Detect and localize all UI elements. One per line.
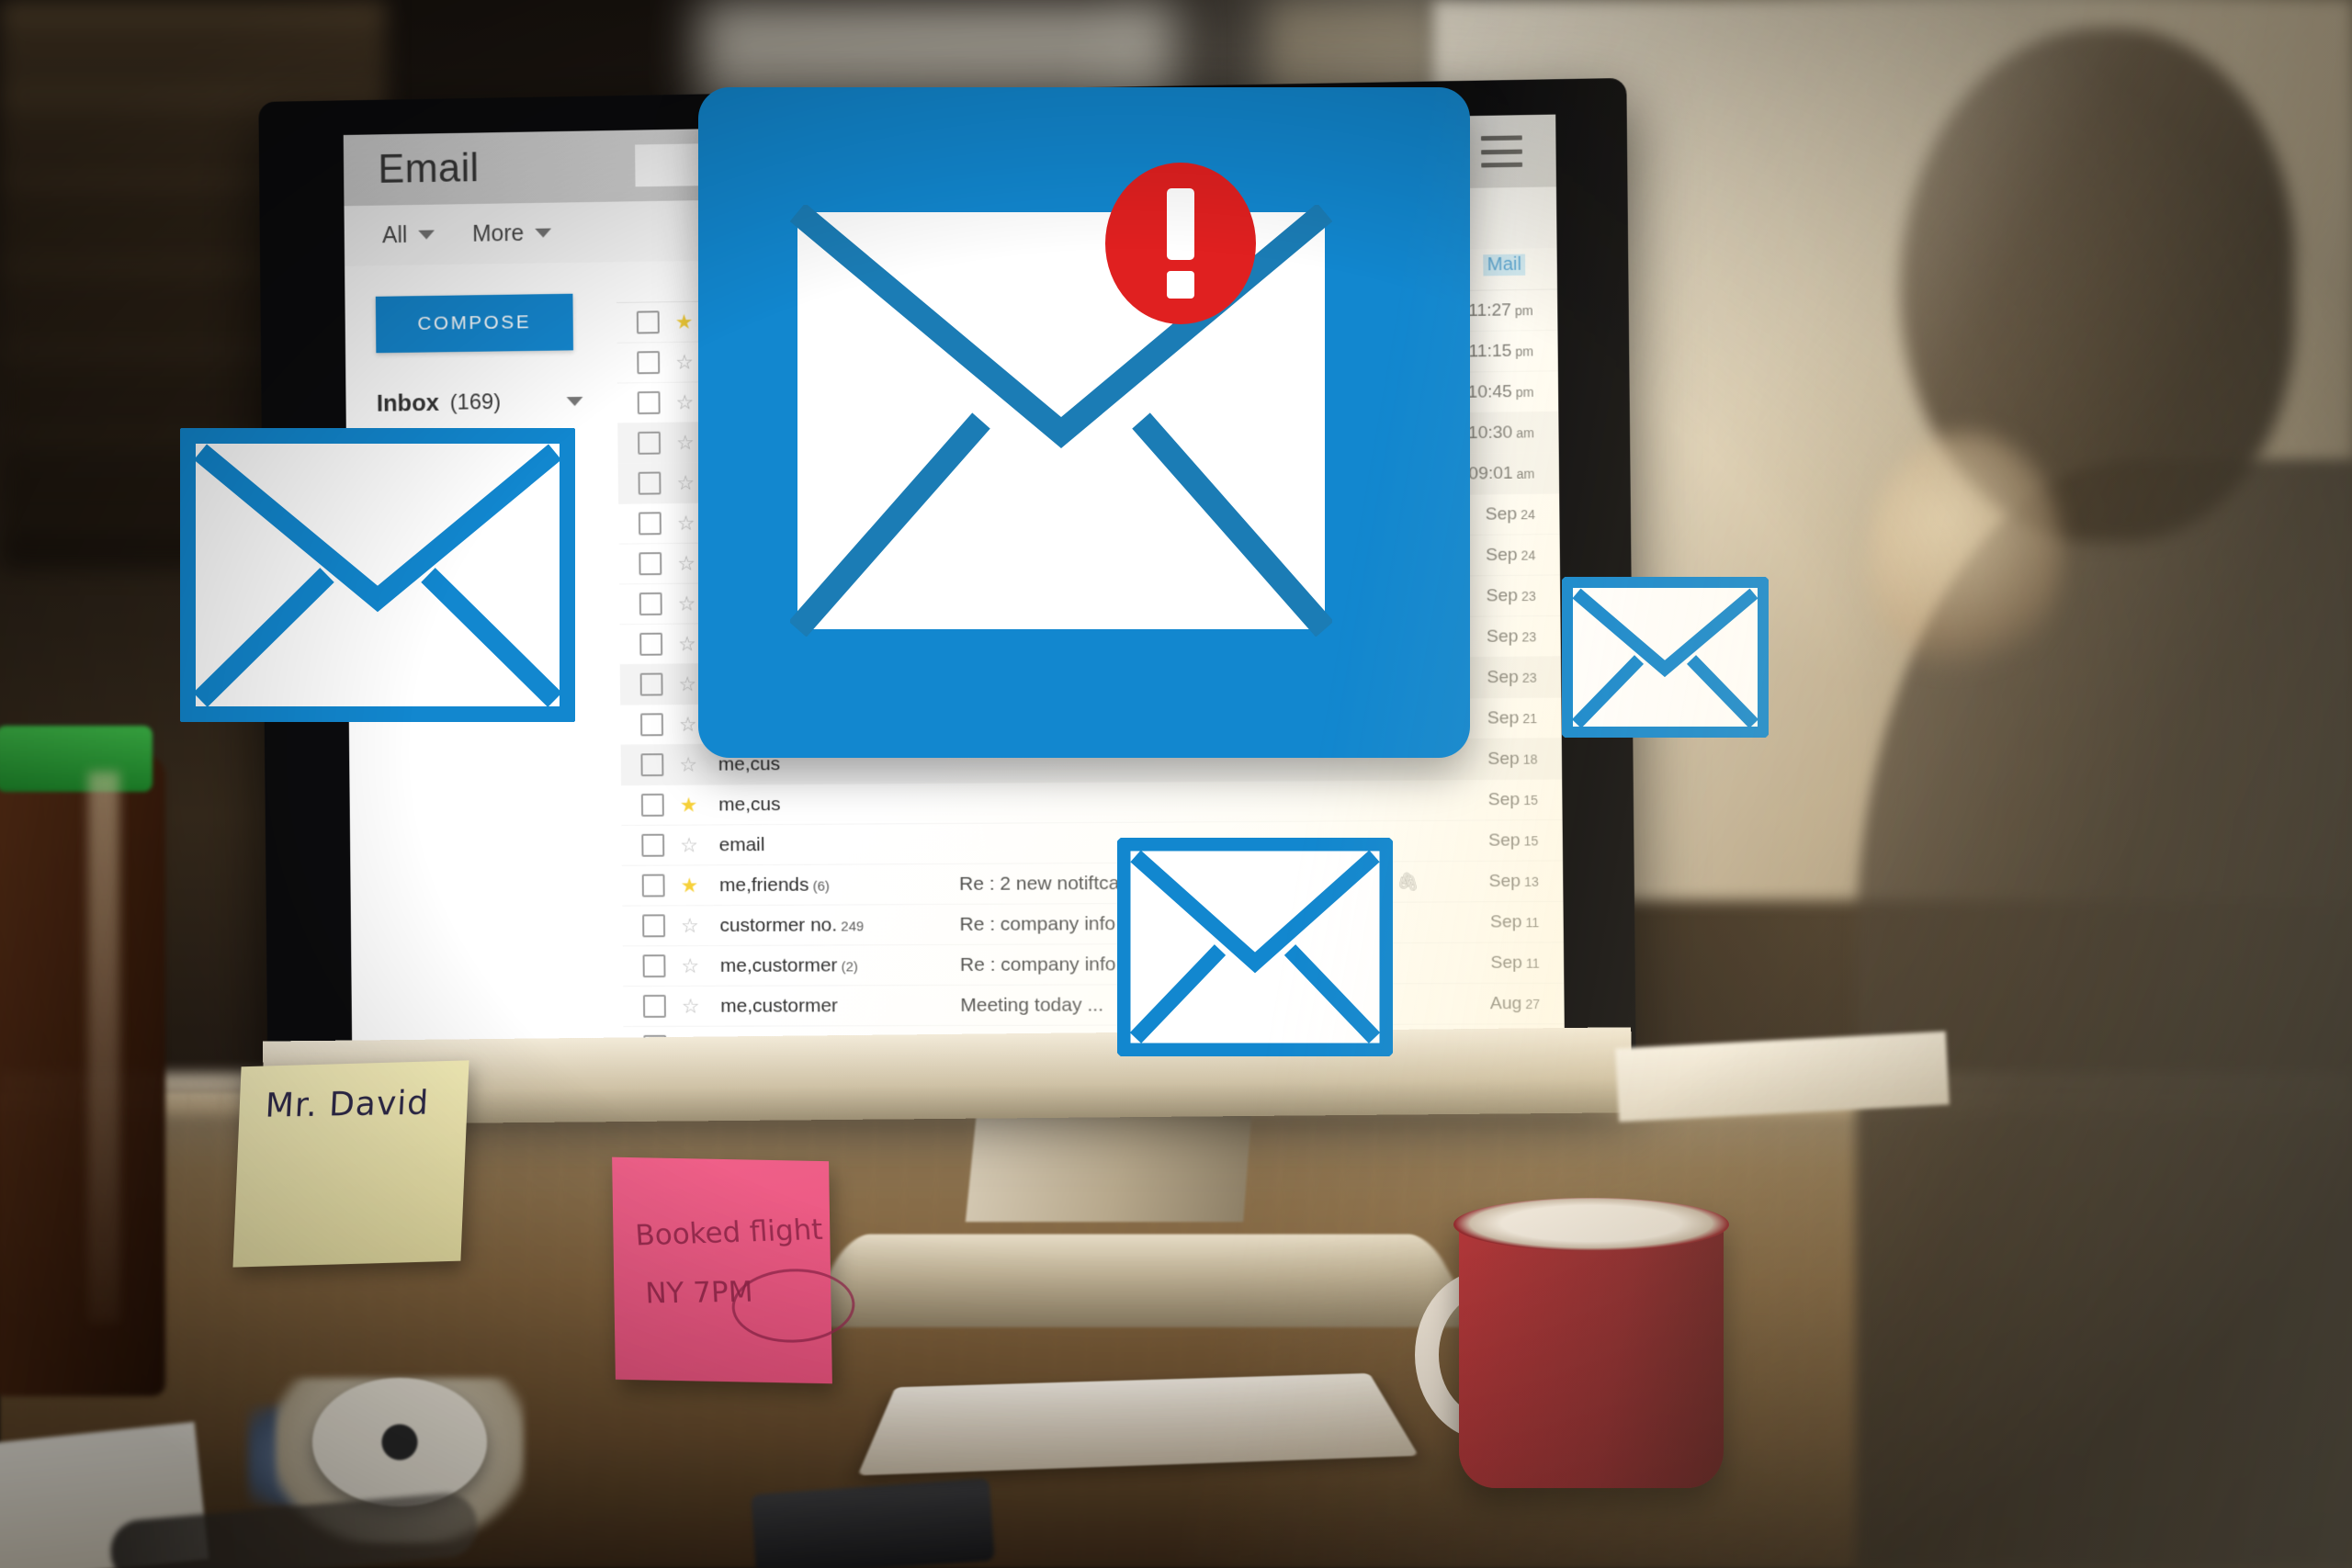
row-checkbox[interactable] [639,552,662,576]
star-icon[interactable]: ★ [677,874,701,897]
filter-more-label: More [471,220,525,247]
star-icon[interactable]: ★ [677,793,701,816]
attachment-icon: 🖇 [1396,872,1419,893]
bottle-cap [0,726,153,792]
filter-all-dropdown[interactable]: All [382,221,435,249]
page-title: Email [378,145,480,192]
row-timestamp: Aug 27 [1489,993,1541,1013]
row-sender: me,friends (6) [718,874,830,896]
tape-roll [312,1378,487,1506]
mug-rim [1453,1198,1729,1251]
sidebar-item-label: Inbox [376,389,440,417]
star-icon[interactable]: ☆ [678,954,702,977]
alert-exclamation-icon [1102,161,1259,326]
row-checkbox[interactable] [639,592,662,616]
row-checkbox[interactable] [642,994,666,1018]
filter-all-label: All [381,221,408,248]
compose-button[interactable]: COMPOSE [375,293,574,354]
row-subject [958,800,1390,803]
row-checkbox[interactable] [637,351,661,375]
row-timestamp: Sep 11 [1489,911,1540,932]
row-checkbox[interactable] [640,793,664,817]
envelope-right-icon [1562,577,1769,738]
envelope-left-icon [180,428,575,722]
envelope-bottom-icon [1117,838,1393,1056]
sticky-note-pink-line1: Booked flight [634,1213,824,1253]
table-row[interactable]: ☆ custormer no. 249 Re : company info ... S… [622,901,1564,947]
coffee-mug [1459,1213,1724,1488]
star-icon[interactable]: ☆ [677,833,701,856]
row-checkbox[interactable] [641,874,665,897]
tab-mail[interactable]: Mail [1483,254,1526,276]
row-checkbox[interactable] [639,632,663,656]
row-timestamp: Sep 13 [1488,871,1539,891]
filter-more-dropdown[interactable]: More [472,220,551,247]
star-icon[interactable]: ☆ [674,511,698,534]
row-checkbox[interactable] [641,833,665,857]
row-timestamp: Sep 15 [1488,829,1539,851]
star-icon[interactable]: ☆ [673,471,697,494]
star-icon[interactable]: ☆ [679,994,703,1017]
row-subject [958,760,1390,762]
row-sender: me,custormer (2) [719,953,859,976]
sticky-note-yellow: Mr. David [232,1060,469,1268]
sidebar-item-inbox[interactable]: Inbox (169) [377,387,617,418]
chevron-down-icon[interactable] [566,396,583,406]
star-icon[interactable]: ☆ [678,914,702,937]
row-sender: me,cus [718,793,781,815]
star-icon[interactable]: ☆ [675,632,699,655]
bottle-highlight [88,772,119,1323]
table-row[interactable]: ☆ me,custormer Meeting today ... Aug 27 [623,983,1565,1027]
row-checkbox[interactable] [640,713,664,737]
drink-bottle [0,753,165,1396]
table-row[interactable]: ★ me,cus Sep 15 [621,779,1563,827]
star-icon[interactable]: ☆ [674,592,698,615]
inbox-count: (169) [449,389,502,415]
star-icon[interactable]: ☆ [673,390,696,413]
star-icon[interactable]: ☆ [676,752,700,775]
hamburger-icon[interactable] [1480,135,1523,168]
row-sender: me,custormer [720,994,839,1017]
chevron-down-icon [535,228,551,238]
sticky-note-pink: Booked flight NY 7PM [612,1156,858,1384]
star-icon[interactable]: ☆ [673,431,697,454]
row-checkbox[interactable] [636,310,660,334]
row-checkbox[interactable] [640,753,664,777]
smartphone [751,1478,995,1568]
row-sender: custormer no. 249 [719,914,865,936]
row-checkbox[interactable] [637,390,661,415]
table-row[interactable]: ★ me,friends (6) Re : 2 new notiftca ... 🖇 S… [621,861,1564,907]
table-row[interactable]: ☆ me,custormer (2) Re : company info ... Se… [622,942,1565,987]
star-icon[interactable]: ☆ [675,672,699,695]
email-alert-card [698,87,1470,758]
table-row[interactable]: ☆ email Sep 15 [621,820,1564,866]
row-timestamp: Sep 11 [1490,953,1540,973]
row-checkbox[interactable] [638,431,662,455]
row-checkbox[interactable] [642,954,666,978]
row-checkbox[interactable] [642,914,666,938]
scene-photo: Email All More COMPOSE Inbox (169) Mail … [0,0,2352,1568]
star-icon[interactable]: ☆ [673,350,696,373]
star-icon[interactable]: ☆ [676,713,700,736]
chevron-down-icon [418,230,435,240]
row-sender: email [718,833,765,855]
person-hand [1870,432,2063,680]
monitor-base [798,1234,1480,1327]
row-checkbox[interactable] [638,471,662,495]
row-checkbox[interactable] [638,512,662,536]
star-icon[interactable]: ☆ [674,551,698,574]
row-timestamp: Sep 15 [1487,789,1538,809]
star-icon[interactable]: ★ [672,310,695,333]
sticky-note-pink-line2: NY 7PM [644,1275,754,1311]
sticky-note-yellow-text: Mr. David [264,1084,431,1125]
row-checkbox[interactable] [639,672,663,696]
